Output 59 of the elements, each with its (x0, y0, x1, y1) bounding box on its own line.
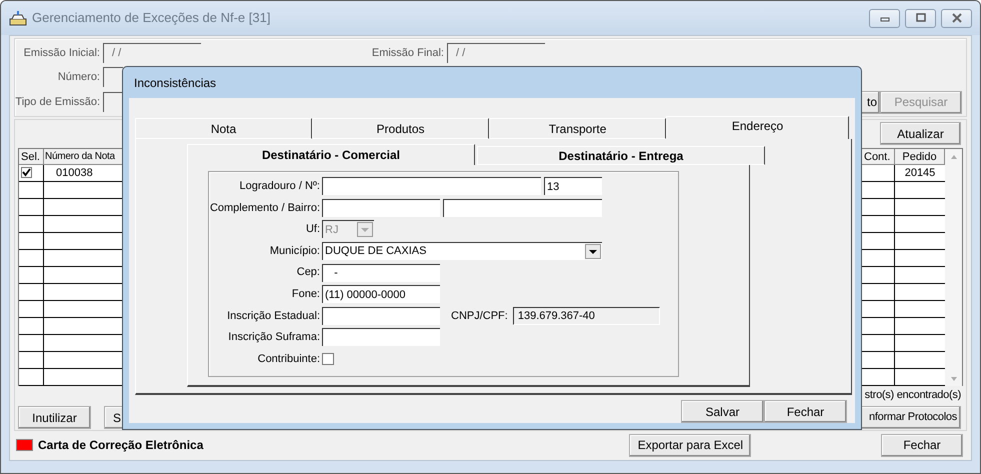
date-field[interactable]: / / (103, 43, 201, 63)
field-label: Cep: (296, 265, 321, 280)
tab[interactable]: Endereço (666, 116, 850, 139)
tab[interactable]: Transporte (489, 118, 666, 139)
date-field[interactable]: / / (447, 43, 545, 63)
window-title: Gerenciamento de Exceções de Nf-e [31] (32, 9, 270, 28)
field-label: Tipo de Emissão: (15, 94, 100, 110)
app-icon (9, 10, 27, 26)
text-field[interactable] (322, 177, 541, 196)
tab[interactable]: Destinatário - Comercial (187, 144, 475, 165)
checkbox[interactable] (322, 353, 334, 366)
row-checkbox[interactable] (21, 167, 32, 178)
export-button[interactable]: Exportar para Excel (629, 434, 752, 457)
caret-icon (585, 244, 601, 260)
check-icon (22, 168, 31, 178)
tab[interactable]: Destinatário - Entrega (477, 146, 765, 165)
field-label: Inscrição Estadual: (226, 308, 321, 324)
text-field[interactable] (322, 306, 440, 325)
scroll-up-button[interactable] (945, 148, 962, 165)
discard-button[interactable]: Inutilizar (18, 406, 91, 430)
field-label: Complemento / Bairro: (209, 200, 321, 216)
legend-label: Carta de Correção Eletrônica (38, 437, 204, 454)
text-field[interactable] (443, 198, 602, 217)
dropdown-value: DUQUE DE CAXIAS (324, 244, 428, 260)
field-label: Número: (56, 70, 100, 85)
text-field[interactable] (322, 328, 440, 346)
field-label: Uf: (304, 222, 321, 238)
caret-icon (357, 222, 373, 238)
field-label: CNPJ/CPF: (451, 308, 508, 324)
field-label: Logradouro / Nº: (238, 179, 321, 194)
field-label: Município: (268, 244, 321, 259)
text-field[interactable]: 13 (544, 177, 602, 196)
record-count: stro(s) encontrado(s) (864, 388, 961, 404)
text-field[interactable] (322, 198, 440, 217)
table-cell-text: 20145 (904, 166, 936, 181)
dropdown-value: RJ (324, 222, 340, 238)
field-label: Inscrição Suframa: (227, 330, 321, 346)
close-icon (950, 13, 962, 23)
refresh-button[interactable]: Atualizar (880, 122, 961, 146)
tab[interactable]: Produtos (312, 118, 490, 139)
text-field[interactable]: - (322, 264, 440, 282)
save-button[interactable]: Salvar (681, 400, 764, 423)
maximize-icon (914, 13, 926, 23)
dialog-title: Inconsistências (134, 74, 216, 92)
minimize-button[interactable] (869, 8, 900, 28)
column-header: Sel. (19, 148, 44, 165)
tab[interactable]: Nota (135, 118, 312, 139)
field-label: Emissão Inicial: (22, 46, 100, 61)
field-label: Fone: (290, 287, 321, 302)
close-window-button[interactable]: Fechar (881, 434, 963, 457)
dialog-close-button[interactable]: Fechar (764, 400, 847, 423)
scrollbar[interactable] (945, 164, 962, 386)
text-field[interactable]: 139.679.367-40 (512, 306, 660, 325)
field-label: Emissão Final: (370, 46, 444, 61)
dropdown[interactable]: DUQUE DE CAXIAS (322, 242, 602, 260)
maximize-button[interactable] (905, 8, 936, 28)
close-button[interactable] (941, 8, 972, 28)
text-field[interactable]: (11) 00000-0000 (322, 285, 440, 304)
field-label: Contribuinte: (256, 352, 321, 367)
